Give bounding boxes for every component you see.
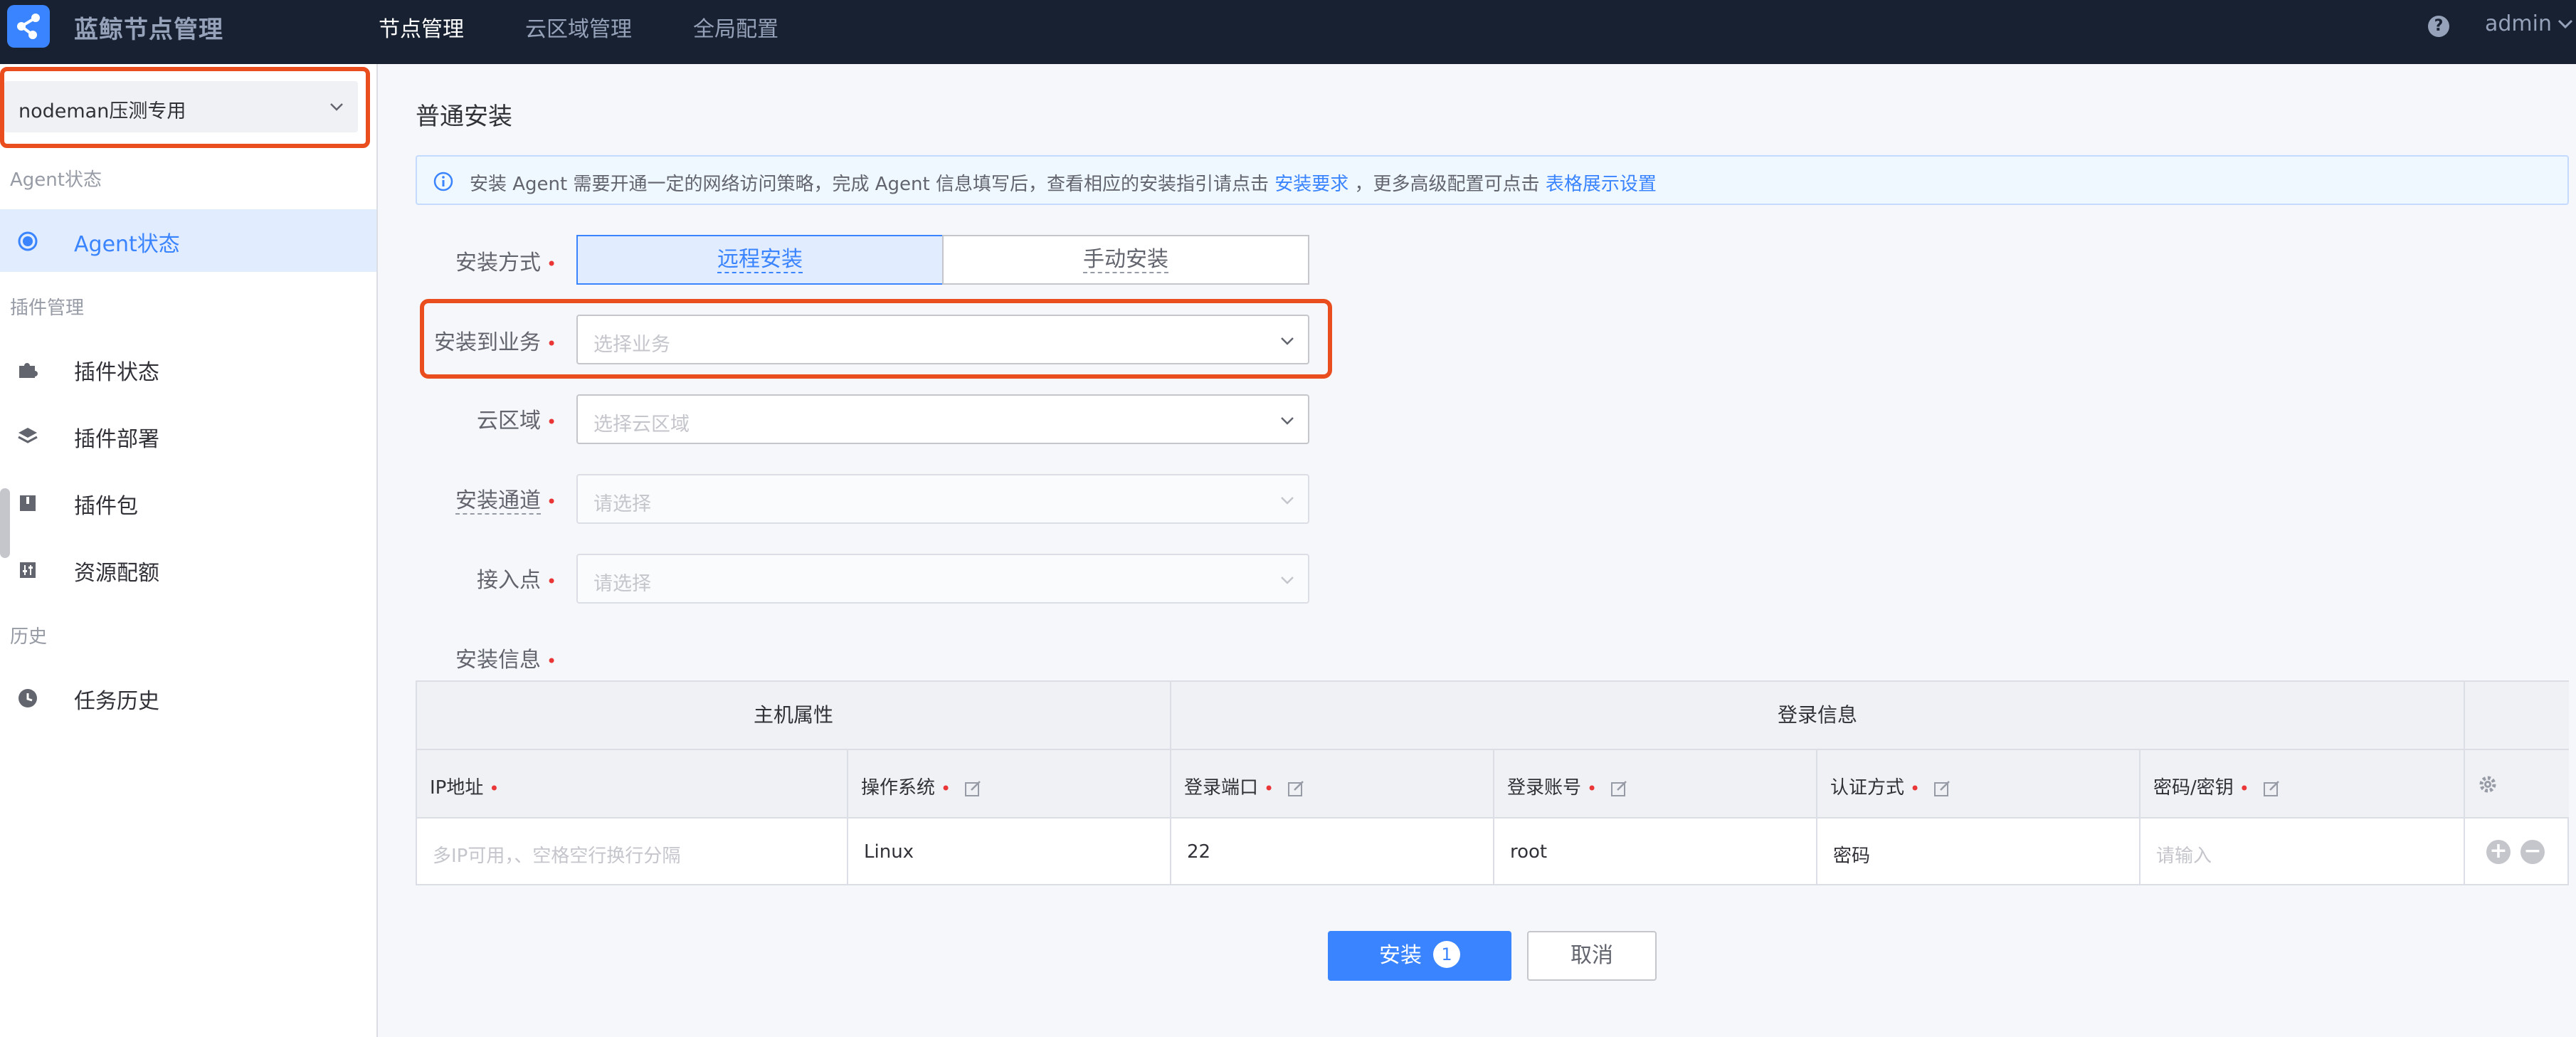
ip-input[interactable]: 多IP可用，、空格空行换行分隔 [417,818,848,885]
column-header-settings [2465,750,2569,818]
user-name[interactable]: admin [2485,11,2552,36]
sidebar-group-agent: Agent状态 [10,169,102,191]
alert-text-part-1: 安装 Agent 需要开通一定的网络访问策略，完成 Agent 信息填写后，查看… [470,174,1269,195]
cloud-area-placeholder: 选择云区域 [593,414,690,436]
access-point-label: 接入点 • [477,568,557,593]
package-icon [20,495,36,511]
column-header-password: 密码/密钥 • [2140,750,2465,818]
sidebar-item-label: 任务历史 [74,689,159,714]
sidebar-item-task-history[interactable]: 任务历史 [0,666,376,729]
access-point-placeholder: 请选择 [593,573,651,595]
sidebar-item-label: 资源配额 [74,561,159,586]
sidebar-item-label: 插件部署 [74,427,159,452]
install-channel-label: 安装通道 • [455,488,557,515]
install-channel-select[interactable]: 请选择 [576,474,1309,524]
sliders-icon [20,562,36,578]
app-logo-icon[interactable] [7,5,50,48]
batch-edit-icon[interactable] [1610,779,1628,798]
sidebar-item-agent-status[interactable]: Agent状态 [0,209,376,272]
os-select[interactable]: Linux [848,818,1171,885]
password-input[interactable]: 请输入 [2140,818,2465,885]
help-icon[interactable]: ? [2428,16,2449,37]
sidebar-item-resource-quota[interactable]: 资源配额 [0,538,376,601]
host-table: 主机属性 登录信息 IP地址 • 操作系统 • 登录端口 • 登录账号 • 认证方式 • … [416,680,2569,885]
batch-edit-icon[interactable] [1933,779,1951,798]
chevron-down-icon [1281,337,1294,345]
gear-icon[interactable] [2478,774,2498,794]
install-button[interactable]: 安装 1 [1328,931,1511,981]
sidebar-item-plugin-deploy[interactable]: 插件部署 [0,404,376,467]
app-title[interactable]: 蓝鲸节点管理 [74,10,223,45]
batch-edit-icon[interactable] [964,779,982,798]
nav-item-global-config[interactable]: 全局配置 [693,11,778,43]
alert-text-part-2: ，更多高级配置可点击 [1354,174,1540,195]
business-label: 安装到业务 • [434,330,557,355]
cloud-area-select[interactable]: 选择云区域 [576,394,1309,444]
chevron-down-icon [1281,417,1294,425]
nav-item-node-management[interactable]: 节点管理 [379,11,464,43]
chevron-down-icon [1281,497,1294,505]
sidebar-item-label: 插件状态 [74,360,159,385]
column-header-login-account: 登录账号 • [1494,750,1817,818]
chevron-down-icon [1281,577,1294,584]
clock-icon [19,689,37,707]
batch-edit-icon[interactable] [2262,779,2281,798]
top-navigation-bar: 蓝鲸节点管理 节点管理 云区域管理 全局配置 ? admin [0,0,2576,64]
row-actions: + − [2465,818,2569,885]
add-row-icon[interactable]: + [2486,840,2511,864]
column-header-os: 操作系统 • [848,750,1171,818]
sidebar: Agent状态 Agent状态 插件管理 插件状态 插件部署 插件包 资源配额 … [0,64,378,1037]
info-icon [433,172,453,191]
business-select-highlight [0,67,370,148]
install-requirements-link[interactable]: 安装要求 [1274,174,1348,195]
install-channel-placeholder: 请选择 [593,493,651,515]
column-header-login-port: 登录端口 • [1171,750,1494,818]
table-group-login-info: 登录信息 [1171,682,2465,750]
sidebar-item-plugin-package[interactable]: 插件包 [0,471,376,534]
table-display-settings-link[interactable]: 表格展示设置 [1546,174,1657,195]
column-header-auth-method: 认证方式 • [1817,750,2140,818]
column-header-ip: IP地址 • [417,750,848,818]
nav-item-cloud-area[interactable]: 云区域管理 [525,11,632,43]
manual-install-button[interactable]: 手动安装 [942,235,1309,285]
install-count-badge: 1 [1433,940,1460,968]
cloud-area-label: 云区域 • [477,409,557,433]
puzzle-icon [19,363,38,378]
install-mode-label: 安装方式 • [455,251,557,275]
batch-edit-icon[interactable] [1287,779,1305,798]
table-group-actions [2465,682,2569,750]
info-alert: 安装 Agent 需要开通一定的网络访问策略，完成 Agent 信息填写后，查看… [416,155,2569,205]
login-port-input[interactable]: 22 [1171,818,1494,885]
layers-icon [18,428,38,443]
sidebar-group-plugin: 插件管理 [10,298,85,319]
page-title: 普通安装 [416,102,512,131]
chevron-down-icon[interactable] [2556,14,2575,33]
radio-dot-icon [18,231,38,251]
business-field-placeholder: 选择业务 [593,334,670,356]
access-point-select[interactable]: 请选择 [576,554,1309,604]
install-info-label: 安装信息 • [455,648,557,673]
remove-row-icon[interactable]: − [2520,840,2545,864]
cancel-button[interactable]: 取消 [1527,931,1657,981]
sidebar-item-plugin-status[interactable]: 插件状态 [0,337,376,400]
sidebar-item-label: 插件包 [74,494,138,519]
table-group-host-attributes: 主机属性 [417,682,1171,750]
business-field-select[interactable]: 选择业务 [576,315,1309,364]
auth-method-select[interactable]: 密码 [1817,818,2140,885]
sidebar-item-label: Agent状态 [74,232,180,257]
remote-install-button[interactable]: 远程安装 [576,235,944,285]
alert-text: 安装 Agent 需要开通一定的网络访问策略，完成 Agent 信息填写后，查看… [470,169,1657,196]
sidebar-group-history: 历史 [10,626,48,648]
login-account-input[interactable]: root [1494,818,1817,885]
